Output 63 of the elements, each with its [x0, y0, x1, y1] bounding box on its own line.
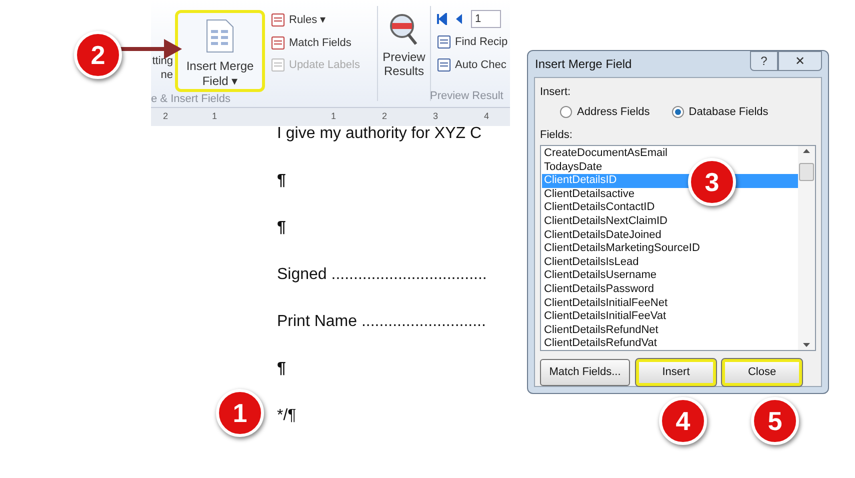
document-icon: [206, 19, 234, 53]
scroll-thumb[interactable]: [799, 163, 814, 181]
help-button[interactable]: ?: [750, 50, 778, 71]
rules-icon: [271, 13, 285, 28]
dialog-button[interactable]: Match Fields...: [540, 359, 630, 386]
list-item[interactable]: ClientDetailsPassword: [542, 282, 798, 297]
scrollbar[interactable]: [798, 146, 815, 350]
step-badge-overlay: 1: [216, 389, 264, 437]
paragraph-mark: ¶: [277, 171, 287, 191]
insert-merge-field-button[interactable]: Insert Merge Field ▾: [175, 10, 265, 92]
dialog-button[interactable]: Close: [722, 359, 802, 386]
window-title: Insert Merge Field: [534, 56, 632, 73]
step-badge-overlay: 2: [74, 31, 122, 79]
ruler-number: 1: [331, 110, 336, 124]
insert-label: Insert:: [540, 84, 572, 100]
ribbon-button[interactable]: Rules ▾: [271, 12, 377, 28]
scroll-down-icon[interactable]: [803, 343, 810, 347]
ruler-number: 4: [484, 110, 490, 124]
preview-results-button[interactable]: Preview Results: [378, 0, 430, 107]
paragraph-mark: ¶: [277, 359, 287, 379]
match-fields-icon: [271, 36, 285, 50]
ruler-number: 2: [163, 110, 168, 124]
radio-button[interactable]: [672, 106, 684, 118]
list-item[interactable]: CreateDocumentAsEmail: [542, 147, 798, 161]
list-item[interactable]: ClientDetailsIsLead: [542, 256, 798, 270]
fields-label: Fields:: [540, 128, 574, 142]
document-text: Signed ...................................: [277, 265, 488, 285]
list-item[interactable]: ClientDetailsUsername: [542, 269, 798, 283]
ribbon-label: tting: [152, 54, 173, 68]
ribbon-group-label: e & Insert Fields: [151, 93, 230, 106]
radio-option[interactable]: Address Fields: [560, 104, 650, 120]
radio-option[interactable]: Database Fields: [672, 104, 768, 120]
radio-button[interactable]: [560, 106, 572, 118]
ruler-number: 2: [382, 110, 388, 124]
close-button[interactable]: ✕: [778, 50, 822, 71]
ribbon-group-label: Preview Result: [430, 89, 504, 104]
list-item[interactable]: ClientDetailsDateJoined: [542, 228, 798, 242]
ruler-number: 3: [433, 110, 438, 124]
previous-record-icon[interactable]: [455, 13, 463, 25]
first-record-icon[interactable]: [437, 13, 447, 25]
step-badge-overlay: 4: [659, 397, 707, 445]
step-badge-overlay: 5: [751, 397, 799, 445]
record-field[interactable]: 1: [471, 10, 501, 28]
document-text: I give my authority for XYZ C: [277, 124, 483, 144]
ribbon-label: ne: [160, 68, 173, 82]
auto-check-icon: [437, 58, 451, 72]
ribbon-button[interactable]: Find Recip: [437, 34, 508, 50]
list-item[interactable]: ClientDetailsInitialFeeNet: [542, 296, 798, 310]
list-item[interactable]: ClientDetailsInitialFeeVat: [542, 310, 798, 324]
find-recipient-icon: [437, 35, 451, 50]
list-item[interactable]: ClientDetailsRefundNet: [542, 324, 798, 338]
scroll-up-icon[interactable]: [803, 149, 810, 153]
list-item[interactable]: ClientDetailsMarketingSourceID: [542, 242, 798, 256]
document-text: */¶: [277, 406, 298, 426]
list-item[interactable]: ClientDetailsNextClaimID: [542, 214, 798, 229]
update-labels-icon: [271, 58, 285, 72]
ribbon-button[interactable]: Match Fields: [271, 34, 377, 51]
ruler-number: 1: [212, 110, 218, 124]
ribbon-button[interactable]: Auto Chec: [437, 56, 508, 73]
paragraph-mark: ¶: [277, 218, 287, 238]
document-text: Print Name ............................: [277, 312, 487, 332]
list-item[interactable]: ClientDetailsRefundVat: [542, 337, 798, 351]
dialog-button[interactable]: Insert: [636, 359, 716, 386]
